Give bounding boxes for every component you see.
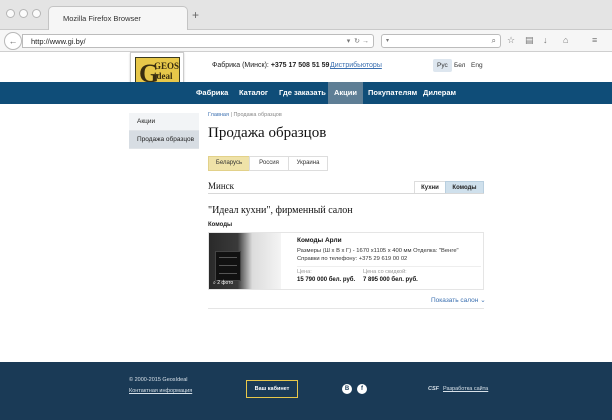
bookmark-star-icon[interactable]: ☆ — [507, 35, 515, 45]
distributors-link[interactable]: Дистрибьюторы — [330, 62, 382, 69]
reader-icon[interactable]: ▤ — [525, 35, 534, 45]
new-tab-button[interactable]: + — [192, 9, 199, 21]
breadcrumb-home[interactable]: Главная — [208, 112, 229, 118]
sidebar-item-promotions[interactable]: Акции — [129, 113, 199, 131]
breadcrumb: Главная | Продажа образцов — [208, 112, 282, 118]
nav-where-to-order[interactable]: Где заказать — [279, 82, 326, 104]
browser-titlebar: Mozilla Firefox Browser + — [0, 0, 612, 30]
facebook-icon[interactable]: f — [357, 384, 367, 394]
lang-ru[interactable]: Рус — [433, 59, 452, 72]
content-divider — [208, 308, 484, 309]
window-close-button[interactable] — [6, 9, 15, 18]
your-cabinet-button[interactable]: Ваш кабинет — [246, 380, 298, 398]
nav-customers[interactable]: Покупателям — [368, 82, 417, 104]
nav-promotions[interactable]: Акции — [328, 82, 364, 104]
show-salon-link[interactable]: Показать салон ⌄ — [431, 296, 486, 304]
phone-number: +375 17 508 51 59 — [270, 62, 330, 69]
sidebar-menu: Акции Продажа образцов — [129, 113, 199, 149]
logo-ideal-text: ideal — [154, 71, 173, 81]
menu-icon[interactable]: ≡ — [592, 35, 597, 45]
discount-price-label: Цена со скидкой: — [363, 269, 407, 275]
nav-dealers[interactable]: Дилерам — [423, 82, 456, 104]
logo-geos-text: GEOS — [154, 61, 180, 71]
phone-label: Фабрика (Минск): — [212, 62, 271, 69]
product-description: Размеры (Ш x В x Г) - 1670 х1105 х 400 м… — [297, 248, 459, 262]
back-button[interactable]: ← — [4, 32, 22, 50]
search-bar[interactable]: ▾ ⌕ — [381, 34, 501, 48]
lang-en[interactable]: Eng — [467, 59, 487, 72]
download-icon[interactable]: ↓ — [543, 35, 548, 45]
main-nav: Фабрика Каталог Где заказать Акции Покуп… — [0, 82, 612, 104]
search-engine-dropdown-icon[interactable]: ▾ — [386, 37, 389, 44]
forward-icon[interactable]: → — [362, 38, 369, 45]
product-photo[interactable]: ⌕ 2 фото — [209, 233, 281, 289]
url-bar[interactable]: http://www.gi.by/ ▾ ↻ → — [22, 34, 374, 48]
zoom-icon: ⌕ — [213, 280, 216, 286]
tab-russia[interactable]: Россия — [249, 156, 289, 171]
window-minimize-button[interactable] — [19, 9, 28, 18]
dropdown-icon[interactable]: ▾ — [347, 38, 351, 45]
window-maximize-button[interactable] — [32, 9, 41, 18]
product-name: Комоды Арли — [297, 237, 342, 244]
show-salon-label: Показать салон — [431, 297, 479, 304]
breadcrumb-separator: | — [230, 112, 232, 118]
back-arrow-icon: ← — [8, 36, 18, 46]
vk-icon[interactable]: В — [342, 384, 352, 394]
price-label: Цена: — [297, 269, 312, 275]
copyright: © 2000-2015 GeosIdeal — [129, 377, 188, 383]
url-text: http://www.gi.by/ — [31, 37, 86, 46]
home-icon[interactable]: ⌂ — [563, 35, 568, 45]
breadcrumb-current: Продажа образцов — [233, 112, 282, 118]
divider — [208, 193, 484, 194]
page-title: Продажа образцов — [208, 125, 327, 141]
price-divider — [297, 266, 481, 267]
site-footer: © 2000-2015 GeosIdeal Контактная информа… — [0, 362, 612, 420]
browser-tab[interactable]: Mozilla Firefox Browser — [48, 6, 188, 30]
site-developer-link[interactable]: Разработка сайта — [443, 386, 488, 392]
price-value: 15 790 000 бел. руб. — [297, 277, 356, 283]
photo-count: 2 фото — [217, 280, 234, 286]
salon-title: "Идеал кухни", фирменный салон — [208, 205, 353, 216]
reload-icon[interactable]: ↻ — [354, 38, 360, 45]
discount-price-value: 7 895 000 бел. руб. — [363, 277, 418, 283]
nav-catalog[interactable]: Каталог — [239, 82, 268, 104]
factory-phone: Фабрика (Минск): +375 17 508 51 59 — [212, 62, 329, 69]
tab-ukraine[interactable]: Украина — [288, 156, 328, 171]
browser-toolbar: ← http://www.gi.by/ ▾ ↻ → ▾ ⌕ ☆ ▤ ↓ ⌂ ≡ — [0, 30, 612, 52]
sidebar-item-sample-sale[interactable]: Продажа образцов — [129, 131, 199, 149]
product-card: ⌕ 2 фото Комоды Арли Размеры (Ш x В x Г)… — [208, 232, 484, 290]
section-label: Комоды — [208, 222, 233, 228]
nav-factory[interactable]: Фабрика — [196, 82, 228, 104]
tab-title: Mozilla Firefox Browser — [63, 14, 141, 23]
contact-info-link[interactable]: Контактная информация — [129, 388, 192, 394]
chevron-down-icon: ⌄ — [480, 297, 486, 304]
tab-belarus[interactable]: Беларусь — [208, 156, 250, 171]
search-icon[interactable]: ⌕ — [492, 36, 496, 46]
city-heading: Минск — [208, 181, 235, 191]
csf-logo: CSF — [428, 386, 439, 392]
